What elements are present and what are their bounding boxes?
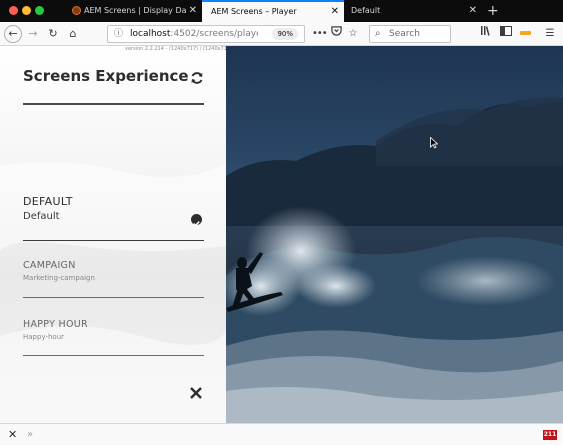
findbar-close-icon[interactable]: ✕ — [8, 424, 17, 446]
url-path: :4502/screens/playe — [170, 29, 258, 39]
page-actions-icon[interactable]: ••• — [312, 25, 328, 43]
tab-default[interactable]: Default ✕ — [344, 0, 482, 22]
tab-strip: AEM Screens | Display Dashbo ✕ AEM Scree… — [0, 0, 563, 22]
channel-item-campaign[interactable]: CAMPAIGN Marketing-campaign — [23, 260, 204, 298]
refresh-icon[interactable] — [189, 70, 205, 86]
url-text[interactable]: localhost:4502/screens/playe — [130, 26, 258, 42]
aem-favicon-icon — [72, 6, 81, 15]
hamburger-menu-icon[interactable]: ☰ — [543, 25, 557, 43]
find-bar: ✕ » 211 — [0, 423, 563, 445]
zoom-indicator[interactable]: 90% — [272, 28, 298, 40]
channel-name: HAPPY HOUR — [23, 319, 88, 330]
channel-name: CAMPAIGN — [23, 260, 76, 271]
window-close-button[interactable] — [9, 6, 18, 15]
window-minimize-button[interactable] — [22, 6, 31, 15]
navigation-toolbar: ← → ↻ ⌂ ⓘ localhost:4502/screens/playe 9… — [0, 22, 563, 46]
sidebar-toggle-icon[interactable] — [499, 25, 513, 43]
search-placeholder: Search — [389, 29, 420, 39]
screens-player-panel: version 2.2.214 - (1240x717) / (1240x717… — [0, 46, 232, 423]
address-bar[interactable]: ⓘ localhost:4502/screens/playe 90% — [107, 25, 305, 43]
channel-path: Happy-hour — [23, 333, 65, 341]
search-icon: ⌕ — [375, 28, 381, 39]
url-host: localhost — [130, 29, 171, 39]
tab-label: AEM Screens – Player — [211, 7, 297, 16]
channel-path: Default — [23, 211, 60, 222]
channel-item-default[interactable]: DEFAULT Default — [23, 195, 204, 241]
close-icon[interactable] — [189, 385, 203, 399]
checkmark-icon — [191, 214, 202, 227]
surfer-photo — [226, 46, 563, 423]
home-button[interactable]: ⌂ — [64, 25, 82, 43]
back-button[interactable]: ← — [4, 25, 22, 43]
status-badge[interactable]: 211 — [543, 430, 557, 440]
reload-button[interactable]: ↻ — [44, 25, 62, 43]
window-zoom-button[interactable] — [35, 6, 44, 15]
tab-aem-screens-player[interactable]: AEM Screens – Player ✕ — [202, 0, 344, 22]
page-title: Screens Experience — [23, 67, 189, 85]
pocket-icon[interactable] — [329, 25, 343, 43]
new-tab-icon[interactable]: + — [487, 0, 499, 22]
mouse-cursor-icon — [430, 134, 439, 149]
tab-label: AEM Screens | Display Dashbo — [84, 6, 186, 15]
surf-wave-image — [226, 46, 563, 423]
tab-close-icon[interactable]: ✕ — [189, 0, 197, 22]
chevron-right-icon[interactable]: » — [27, 424, 33, 446]
channel-name: DEFAULT — [23, 195, 73, 208]
extension-icon[interactable] — [518, 25, 532, 43]
tab-aem-screens-dashboard[interactable]: AEM Screens | Display Dashbo ✕ — [66, 0, 202, 22]
version-label: version 2.2.214 - (1240x717) / (1240x717… — [125, 46, 233, 52]
tab-close-icon[interactable]: ✕ — [331, 2, 339, 22]
channel-item-happy-hour[interactable]: HAPPY HOUR Happy-hour — [23, 319, 204, 356]
search-field[interactable]: ⌕ Search — [369, 25, 451, 43]
page-viewport: version 2.2.214 - (1240x717) / (1240x717… — [0, 46, 563, 423]
channel-path: Marketing-campaign — [23, 274, 95, 282]
bookmark-star-icon[interactable]: ☆ — [346, 25, 360, 43]
library-icon[interactable] — [479, 25, 493, 43]
forward-button[interactable]: → — [24, 25, 42, 43]
site-info-icon[interactable]: ⓘ — [114, 26, 123, 42]
tab-close-icon[interactable]: ✕ — [469, 0, 477, 22]
title-divider — [23, 103, 204, 105]
tab-label: Default — [351, 6, 381, 15]
